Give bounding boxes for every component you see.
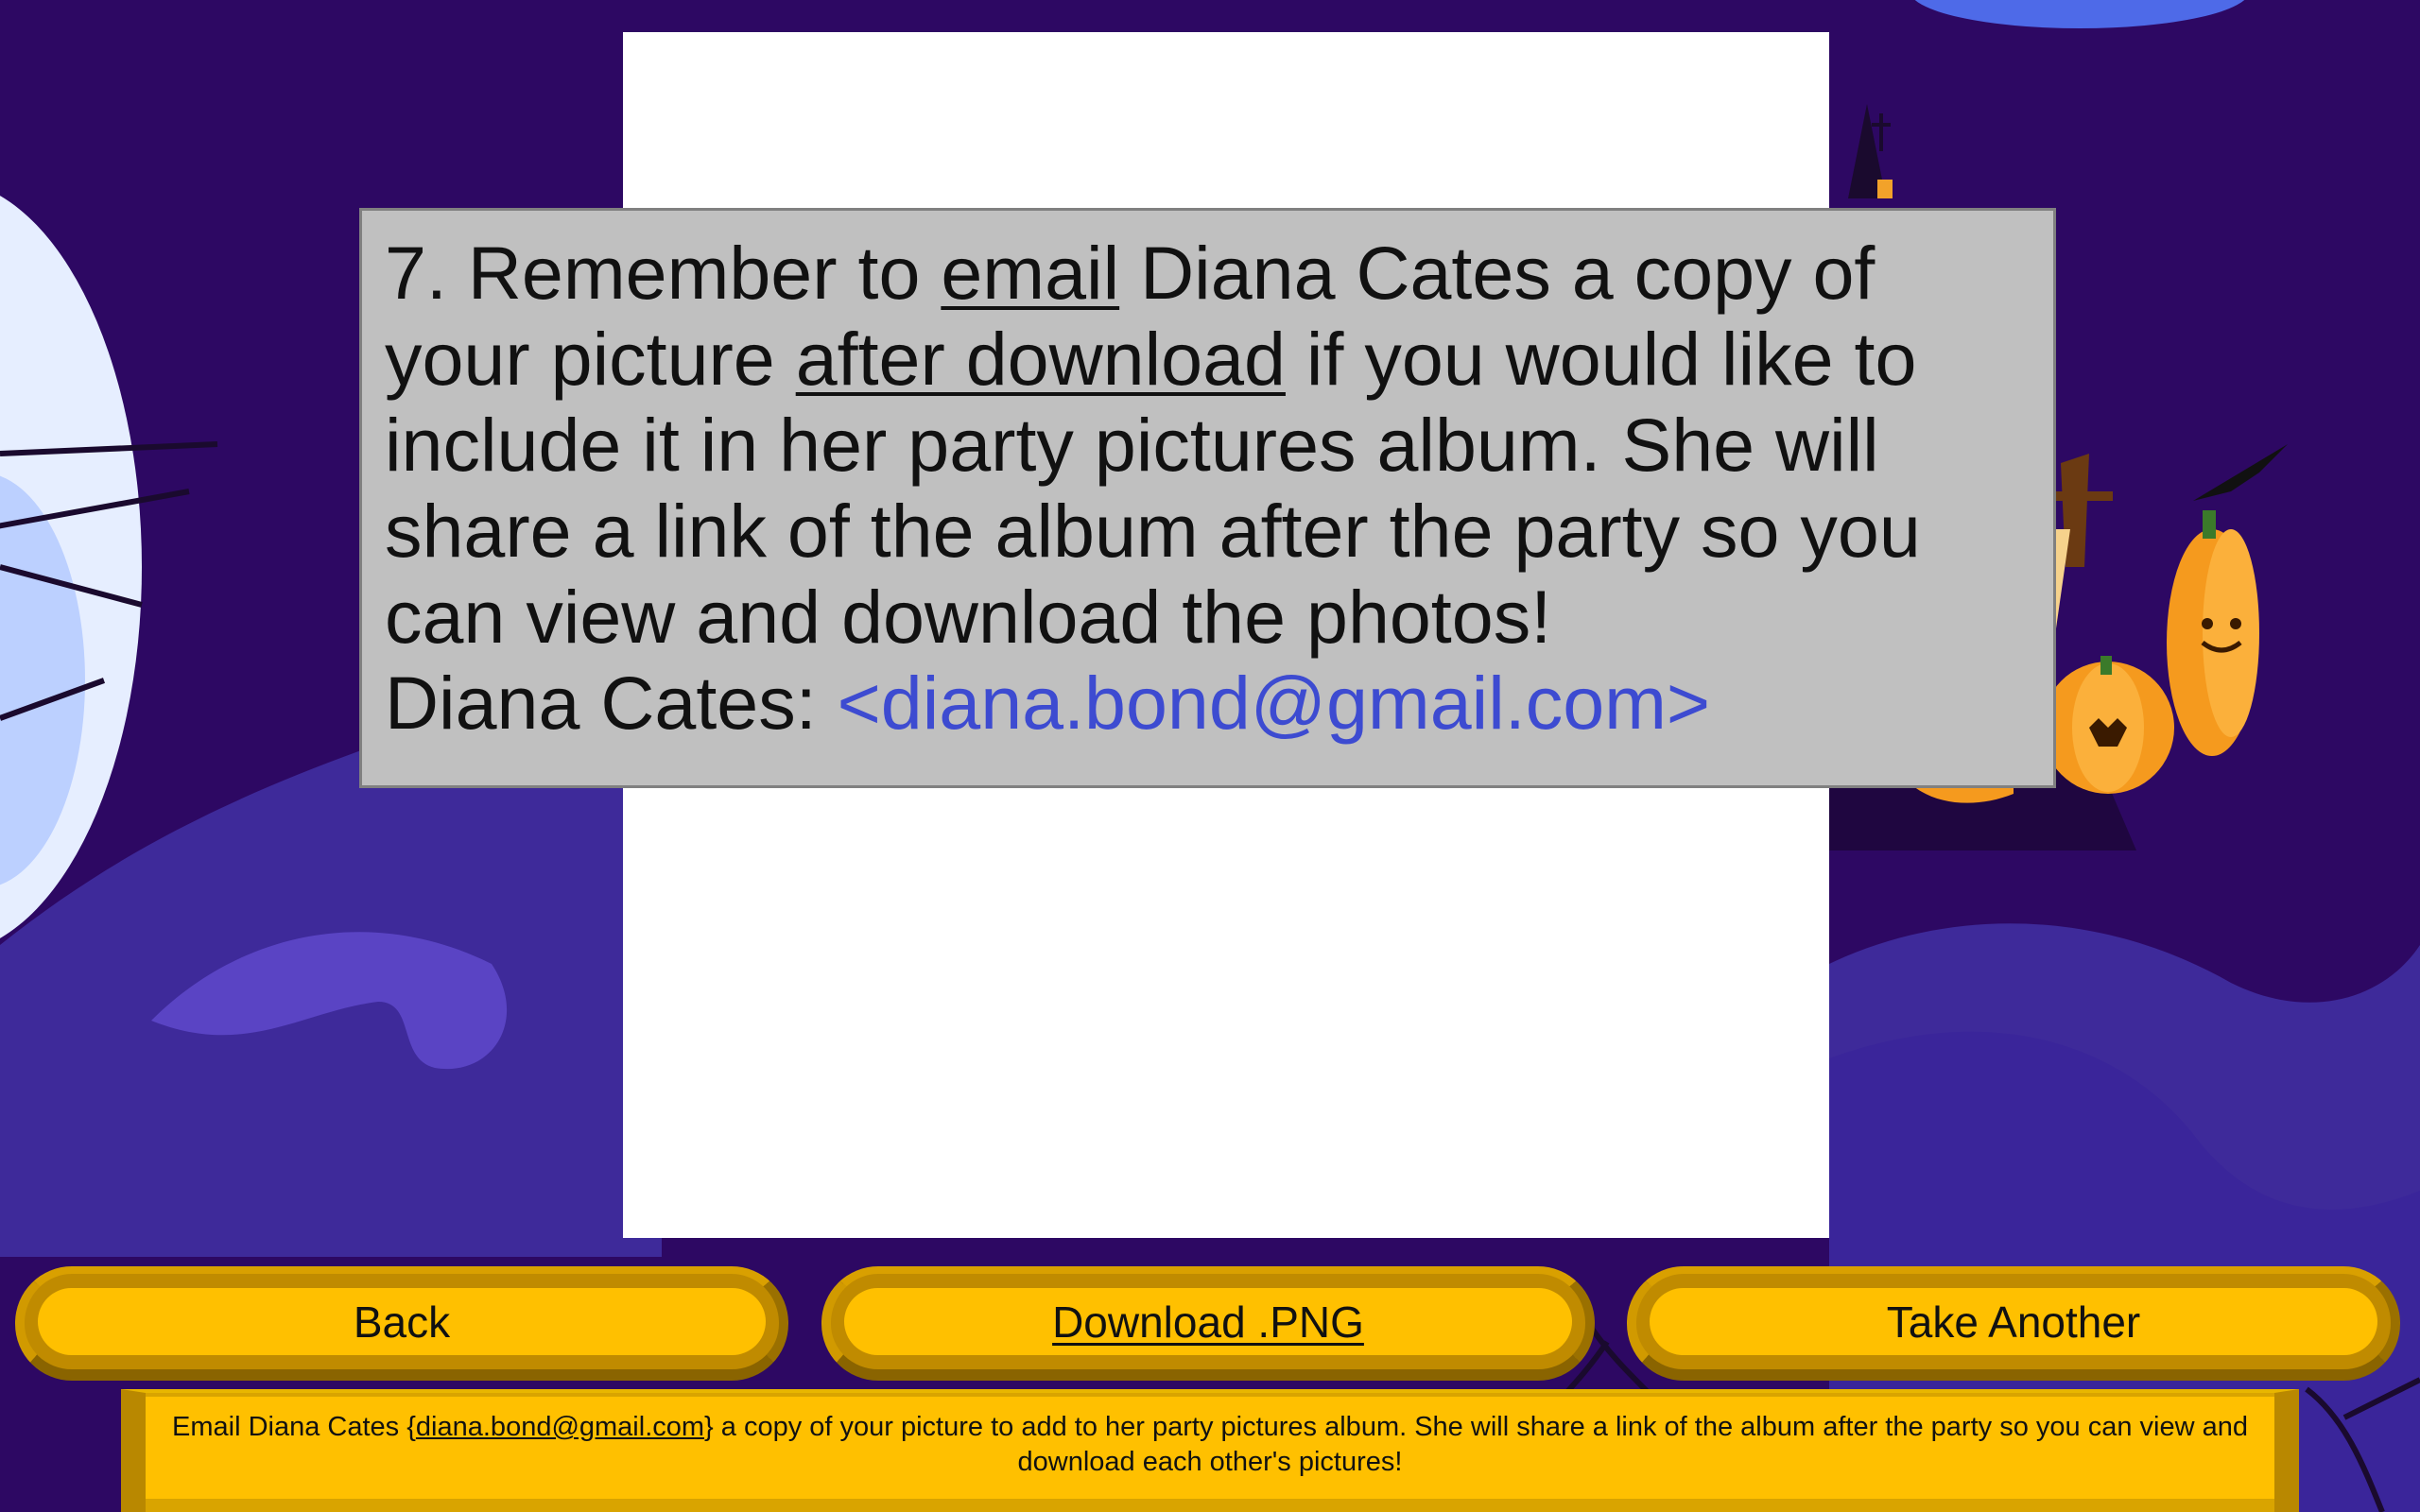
download-png-button-label: Download .PNG — [1052, 1297, 1364, 1347]
instruction-dialog: 7. Remember to email Diana Cates a copy … — [359, 208, 2056, 788]
take-another-button[interactable]: Take Another — [1627, 1266, 2400, 1381]
back-button-face[interactable]: Back — [38, 1288, 766, 1355]
take-another-button-face[interactable]: Take Another — [1650, 1288, 2377, 1355]
footer-text-after: } a copy of your picture to add to her p… — [704, 1412, 2248, 1477]
contact-name: Diana Cates: — [385, 661, 838, 745]
take-another-button-label: Take Another — [1886, 1297, 2141, 1347]
back-button-label: Back — [353, 1297, 451, 1347]
back-button[interactable]: Back — [15, 1266, 788, 1381]
instruction-email-word: email — [941, 231, 1120, 315]
footer-email-note: Email Diana Cates {diana.bond@gmail.com}… — [121, 1389, 2299, 1512]
instruction-step-text: 7. Remember to — [385, 231, 942, 315]
footer-note-text: Email Diana Cates {diana.bond@gmail.com}… — [146, 1397, 2274, 1499]
download-png-button[interactable]: Download .PNG — [821, 1266, 1595, 1381]
footer-text-before: Email Diana Cates { — [172, 1412, 416, 1442]
footer-email-link[interactable]: diana.bond@gmail.com — [416, 1412, 704, 1442]
contact-email-link[interactable]: <diana.bond@gmail.com> — [838, 661, 1710, 745]
download-png-button-face[interactable]: Download .PNG — [844, 1288, 1572, 1355]
instruction-after-download: after download — [795, 317, 1286, 401]
